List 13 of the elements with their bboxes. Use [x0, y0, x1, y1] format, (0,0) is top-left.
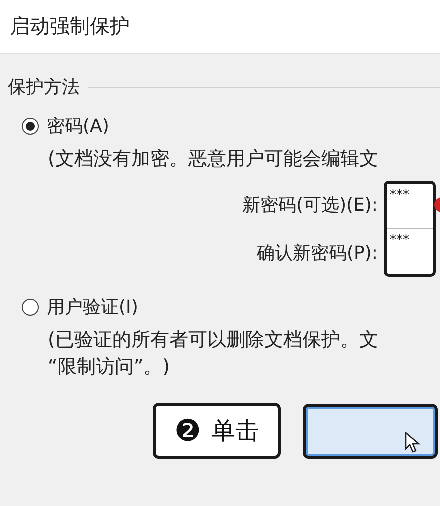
option-label: 密码(A)	[47, 115, 110, 138]
field-label: 确认新密码(P):	[257, 242, 379, 266]
option-label: 用户验证(I)	[47, 296, 138, 319]
step-number: ❷	[174, 414, 202, 448]
password-field[interactable]: ***	[387, 184, 433, 229]
group-title: 保护方法	[8, 76, 80, 99]
description-text: (已验证的所有者可以删除文档保护。文	[47, 328, 380, 353]
description-text: (文档没有加密。恶意用户可能会编辑文	[47, 147, 380, 172]
callout-text: 单击	[211, 416, 260, 447]
description-text: “限制访问”。)	[47, 355, 172, 380]
field-label: 新密码(可选)(E):	[242, 194, 379, 218]
dialog-title: 启动强制保护	[10, 13, 130, 40]
password-field[interactable]: ***	[387, 229, 433, 274]
